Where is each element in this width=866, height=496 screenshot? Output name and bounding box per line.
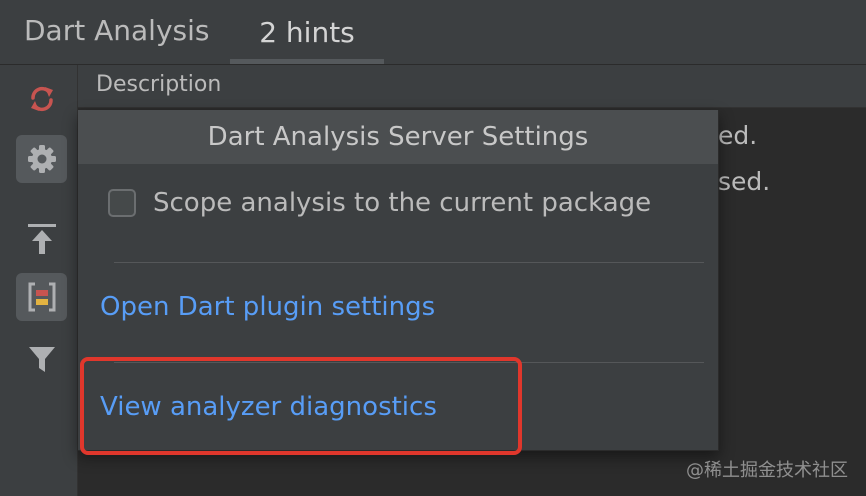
open-plugin-settings-link[interactable]: Open Dart plugin settings — [100, 292, 435, 322]
side-toolbar — [0, 65, 78, 496]
scope-analysis-option[interactable]: Scope analysis to the current package — [108, 186, 651, 220]
column-header-description[interactable]: Description — [78, 65, 866, 108]
group-by-file-button[interactable] — [16, 273, 67, 321]
filter-button[interactable] — [16, 335, 67, 383]
watermark: @稀土掘金技术社区 — [686, 460, 848, 481]
scope-analysis-checkbox[interactable] — [108, 189, 136, 217]
refresh-button[interactable] — [16, 75, 67, 123]
tool-window-header: Dart Analysis 2 hints — [0, 0, 866, 65]
filter-icon — [28, 347, 55, 372]
scroll-to-source-button[interactable] — [16, 215, 67, 263]
scope-analysis-label[interactable]: Scope analysis to the current package — [153, 188, 651, 218]
group-by-file-icon — [28, 282, 55, 312]
settings-button[interactable] — [16, 135, 67, 183]
refresh-icon — [30, 86, 53, 112]
tool-window-title: Dart Analysis — [24, 14, 210, 47]
gear-icon — [27, 145, 56, 173]
annotation-highlight-box — [80, 357, 522, 455]
column-header-label: Description — [96, 72, 222, 97]
scroll-to-source-icon — [27, 224, 56, 254]
divider — [114, 262, 704, 263]
table-row[interactable]: sed. — [718, 167, 770, 196]
popup-header: Dart Analysis Server Settings — [78, 110, 718, 164]
popup-title: Dart Analysis Server Settings — [207, 122, 589, 152]
table-row[interactable]: ed. — [718, 121, 757, 150]
tab-hints[interactable]: 2 hints — [230, 0, 384, 64]
